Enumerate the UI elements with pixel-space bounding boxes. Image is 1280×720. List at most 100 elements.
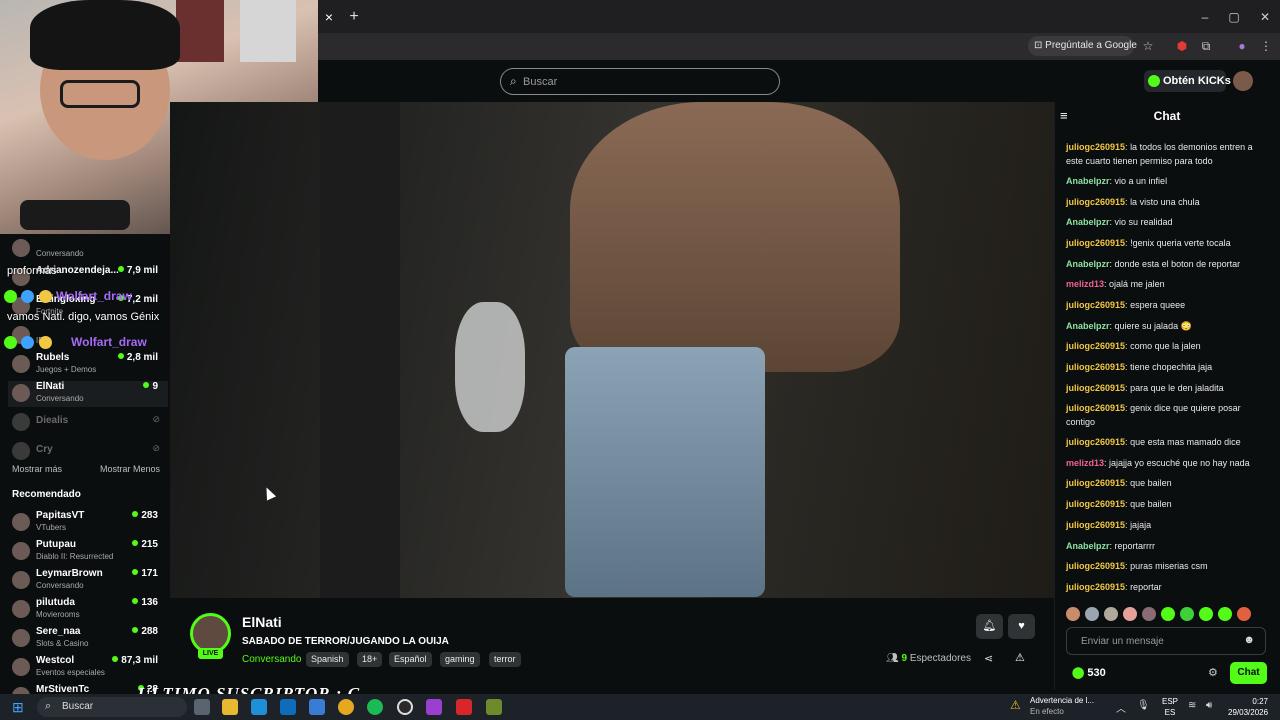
sidebar-channel[interactable]: pilutuda Movierooms 136	[8, 597, 168, 623]
volume-icon[interactable]: 🔊︎	[1206, 700, 1212, 711]
chat-message-input[interactable]: Enviar un mensaje ☻	[1066, 627, 1266, 655]
emote-icon[interactable]	[1085, 606, 1099, 621]
chat-settings-gear-icon[interactable]: ⚙	[1208, 666, 1218, 679]
chat-username[interactable]: Anabelpzr	[1066, 176, 1110, 186]
sidebar-channel[interactable]: Sere_naa Slots & Casino 288	[8, 626, 168, 652]
emote-icon[interactable]	[1180, 606, 1194, 621]
send-chat-button[interactable]: Chat	[1230, 662, 1267, 684]
tab-close-button[interactable]: ×	[318, 4, 340, 30]
maximize-button[interactable]: ▢	[1219, 6, 1249, 28]
sidebar-channel[interactable]: Rubels Juegos + Demos 2,8 mil	[8, 352, 168, 378]
tag-chip[interactable]: Español	[389, 652, 432, 667]
app-icon[interactable]	[426, 699, 442, 715]
emote-icon[interactable]	[1161, 606, 1175, 621]
chevron-up-icon[interactable]: ︿	[1116, 700, 1126, 715]
task-view-icon[interactable]	[194, 699, 210, 715]
chat-username[interactable]: juliogc260915	[1066, 341, 1125, 351]
show-less-link[interactable]: Mostrar Menos	[100, 464, 160, 474]
chrome-icon[interactable]	[338, 699, 354, 715]
chat-username[interactable]: juliogc260915	[1066, 362, 1125, 372]
show-more-link[interactable]: Mostrar más	[12, 464, 62, 474]
tag-chip[interactable]: Spanish	[306, 652, 349, 667]
emote-icon[interactable]	[1199, 606, 1213, 621]
chat-username[interactable]: juliogc260915	[1066, 437, 1125, 447]
file-explorer-icon[interactable]	[222, 699, 238, 715]
notification-bell-button[interactable]: 🔔︎	[976, 614, 1003, 639]
extension-shield-icon[interactable]: ⬢	[1172, 36, 1192, 56]
obs-icon[interactable]	[397, 699, 413, 715]
chat-username[interactable]: Anabelpzr	[1066, 541, 1110, 551]
chat-username[interactable]: juliogc260915	[1066, 300, 1125, 310]
streamer-name[interactable]: ElNati	[242, 614, 282, 630]
extensions-icon[interactable]: ⧉	[1196, 36, 1216, 56]
ask-google-label: Pregúntale a Google	[1045, 40, 1137, 51]
tag-chip[interactable]: 18+	[357, 652, 383, 667]
tray-alert[interactable]: Advertencia de l... En efecto	[1030, 695, 1094, 717]
stream-video[interactable]	[170, 102, 1054, 598]
sidebar-channel[interactable]: LeymarBrown Conversando 171	[8, 568, 168, 594]
chat-username[interactable]: juliogc260915	[1066, 197, 1125, 207]
minimize-button[interactable]: –	[1190, 6, 1220, 28]
chat-username[interactable]: juliogc260915	[1066, 383, 1125, 393]
emoji-picker-icon[interactable]: ☻	[1243, 634, 1255, 646]
sidebar-channel[interactable]: ElNati Conversando 9	[8, 381, 168, 407]
taskbar-search[interactable]: ⌕ Buscar	[37, 697, 187, 717]
report-icon[interactable]: ⚠	[1015, 651, 1025, 664]
user-avatar[interactable]	[1233, 71, 1253, 91]
windows-start-icon[interactable]: ⊞	[12, 699, 28, 715]
emote-icon[interactable]	[1066, 606, 1080, 621]
share-icon[interactable]: ⋖	[984, 652, 993, 665]
chat-username[interactable]: juliogc260915	[1066, 520, 1125, 530]
star-icon[interactable]: ☆	[1138, 36, 1158, 56]
sidebar-channel[interactable]: PapitasVT VTubers 283	[8, 510, 168, 536]
emote-icon[interactable]	[1142, 606, 1156, 621]
stream-category[interactable]: Conversando	[242, 654, 301, 665]
profile-icon[interactable]: ●	[1232, 36, 1252, 56]
chat-username[interactable]: melizd13	[1066, 458, 1104, 468]
outlook-icon[interactable]	[280, 699, 296, 715]
emote-icon[interactable]	[1104, 606, 1118, 621]
get-kicks-button[interactable]: Obtén KICKs	[1144, 70, 1231, 92]
spotify-icon[interactable]	[367, 699, 383, 715]
chat-username[interactable]: juliogc260915	[1066, 499, 1125, 509]
emote-icon[interactable]	[1218, 606, 1232, 621]
edge-icon[interactable]	[251, 699, 267, 715]
search-input[interactable]: ⌕ Buscar	[500, 68, 780, 95]
app-icon[interactable]	[486, 699, 502, 715]
sidebar-channel[interactable]: Cry ⊘	[8, 439, 168, 465]
ask-google-button[interactable]: ⊡ Pregúntale a Google	[1028, 36, 1137, 56]
chat-username[interactable]: juliogc260915	[1066, 403, 1125, 413]
emote-icon[interactable]	[1237, 606, 1251, 621]
follow-button[interactable]: ♥	[1008, 614, 1035, 639]
wifi-icon[interactable]: ≋	[1188, 700, 1196, 711]
chat-username[interactable]: Anabelpzr	[1066, 321, 1110, 331]
emote-icon[interactable]	[1123, 606, 1137, 621]
tag-chip[interactable]: terror	[489, 652, 521, 667]
chat-username[interactable]: juliogc260915	[1066, 582, 1125, 592]
chat-username[interactable]: juliogc260915	[1066, 478, 1125, 488]
sidebar-channel[interactable]: Westcol Eventos especiales 87,3 mil	[8, 655, 168, 681]
menu-dots-icon[interactable]: ⋮	[1256, 36, 1276, 56]
viewer-count-text: 87,3 mil	[121, 655, 158, 666]
sidebar-channel[interactable]: Putupau Diablo II: Resurrected 215	[8, 539, 168, 565]
channel-avatar	[12, 600, 30, 618]
chat-username[interactable]: juliogc260915	[1066, 238, 1125, 248]
sidebar-channel[interactable]: Diealis ⊘	[8, 410, 168, 436]
language-indicator[interactable]: ESP ES	[1162, 696, 1178, 718]
tag-chip[interactable]: gaming	[440, 652, 480, 667]
badge-icon	[4, 336, 17, 350]
sidebar-channel[interactable]: Conversando	[8, 236, 168, 262]
channel-points[interactable]: ⬤ 530	[1072, 666, 1106, 679]
app-icon[interactable]	[456, 699, 472, 715]
microphone-icon[interactable]: 🎙︎	[1137, 700, 1150, 711]
system-clock[interactable]: 0:27 29/03/2026	[1228, 696, 1268, 718]
store-icon[interactable]	[309, 699, 325, 715]
chat-username[interactable]: juliogc260915	[1066, 561, 1125, 571]
chat-username[interactable]: melizd13	[1066, 279, 1104, 289]
chat-username[interactable]: Anabelpzr	[1066, 217, 1110, 227]
chat-username[interactable]: Anabelpzr	[1066, 259, 1110, 269]
new-tab-button[interactable]: +	[344, 4, 364, 30]
close-window-button[interactable]: ✕	[1250, 6, 1280, 28]
warning-icon[interactable]: ⚠	[1010, 698, 1026, 714]
chat-username[interactable]: juliogc260915	[1066, 142, 1125, 152]
